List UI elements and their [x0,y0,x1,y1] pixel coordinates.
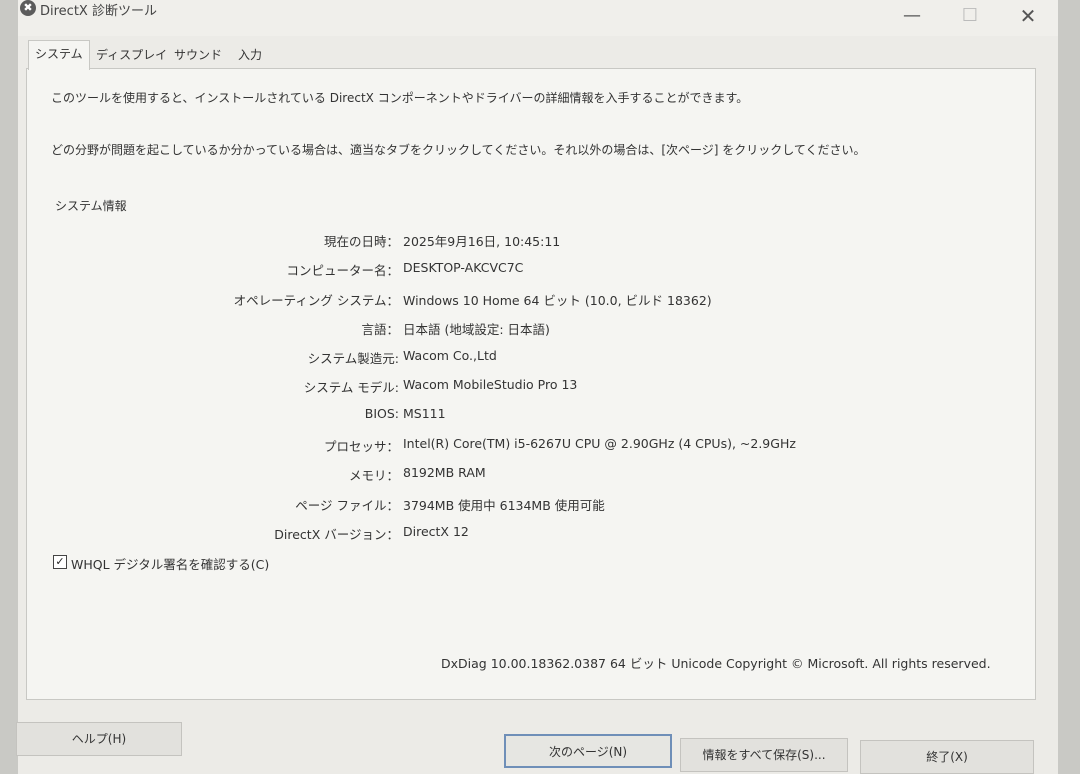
info-value: 2025年9月16日, 10:45:11 [403,234,561,249]
help-button[interactable]: ヘルプ(H) [16,722,182,756]
info-row-language: 言語： 日本語 (地域設定: 日本語) [41,319,1021,339]
intro-text: このツールを使用すると、インストールされている DirectX コンポーネントや… [51,91,749,105]
info-row-manufacturer: システム製造元: Wacom Co.,Ltd [41,348,1021,368]
info-label: プロセッサ： [323,439,399,454]
info-row-processor: プロセッサ： Intel(R) Core(TM) i5-6267U CPU @ … [41,436,1021,456]
tab-input[interactable]: 入力 [232,42,268,68]
info-row-directx-version: DirectX バージョン： DirectX 12 [41,524,1021,544]
whql-checkbox[interactable]: ✓ [53,555,67,569]
info-value: 3794MB 使用中 6134MB 使用可能 [403,498,605,513]
info-label: コンピューター名： [286,263,399,278]
save-all-info-button[interactable]: 情報をすべて保存(S)... [680,738,848,772]
whql-label[interactable]: WHQL デジタル署名を確認する(C) [71,554,269,573]
info-row-page-file: ページ ファイル： 3794MB 使用中 6134MB 使用可能 [41,495,1021,515]
info-value: Windows 10 Home 64 ビット (10.0, ビルド 18362) [403,293,712,308]
tab-system[interactable]: システム [28,40,90,70]
info-label: システム モデル: [303,380,399,395]
info-label: 言語： [361,322,399,337]
info-value: DESKTOP-AKCVC7C [403,260,524,275]
directx-app-icon: ✖ [20,0,36,16]
title-bar: ✖ DirectX 診断ツール — ☐ ✕ [18,0,1058,36]
info-label: 現在の日時： [323,234,399,249]
info-value: 8192MB RAM [403,465,486,480]
info-value: 日本語 (地域設定: 日本語) [403,322,550,337]
info-value: MS111 [403,406,446,421]
info-value: DirectX 12 [403,524,469,539]
info-value: Wacom Co.,Ltd [403,348,497,363]
close-button[interactable]: ✕ [1008,2,1048,30]
dxdiag-window: ✖ DirectX 診断ツール — ☐ ✕ システム ディスプレイ サウンド 入… [16,0,1058,774]
info-row-model: システム モデル: Wacom MobileStudio Pro 13 [41,377,1021,397]
info-label: メモリ： [348,468,399,483]
tab-sound[interactable]: サウンド [168,42,228,68]
exit-button[interactable]: 終了(X) [860,740,1034,774]
system-info-group: 現在の日時： 2025年9月16日, 10:45:11 コンピューター名： DE… [41,209,1021,549]
system-tab-panel: このツールを使用すると、インストールされている DirectX コンポーネントや… [26,68,1036,700]
tab-bar: システム ディスプレイ サウンド 入力 [26,40,1036,70]
info-row-computer-name: コンピューター名： DESKTOP-AKCVC7C [41,260,1021,280]
info-row-memory: メモリ： 8192MB RAM [41,465,1021,485]
maximize-button[interactable]: ☐ [950,2,990,30]
info-label: システム製造元: [307,351,399,366]
minimize-button[interactable]: — [892,2,932,30]
info-value: Intel(R) Core(TM) i5-6267U CPU @ 2.90GHz… [403,436,796,451]
info-label: オペレーティング システム： [233,293,399,308]
info-value: Wacom MobileStudio Pro 13 [403,377,578,392]
info-label: ページ ファイル： [295,498,399,513]
version-copyright-text: DxDiag 10.00.18362.0387 64 ビット Unicode C… [441,656,991,671]
info-row-datetime: 現在の日時： 2025年9月16日, 10:45:11 [41,231,1021,251]
info-row-os: オペレーティング システム： Windows 10 Home 64 ビット (1… [41,290,1021,310]
next-page-button[interactable]: 次のページ(N) [504,734,672,768]
info-label: DirectX バージョン： [274,527,399,542]
info-row-bios: BIOS: MS111 [41,406,1021,426]
intro-hint-text: どの分野が問題を起こしているか分かっている場合は、適当なタブをクリックしてくださ… [51,143,866,157]
window-title: DirectX 診断ツール [40,4,157,19]
tab-display[interactable]: ディスプレイ [90,42,173,68]
info-label: BIOS: [364,406,399,421]
